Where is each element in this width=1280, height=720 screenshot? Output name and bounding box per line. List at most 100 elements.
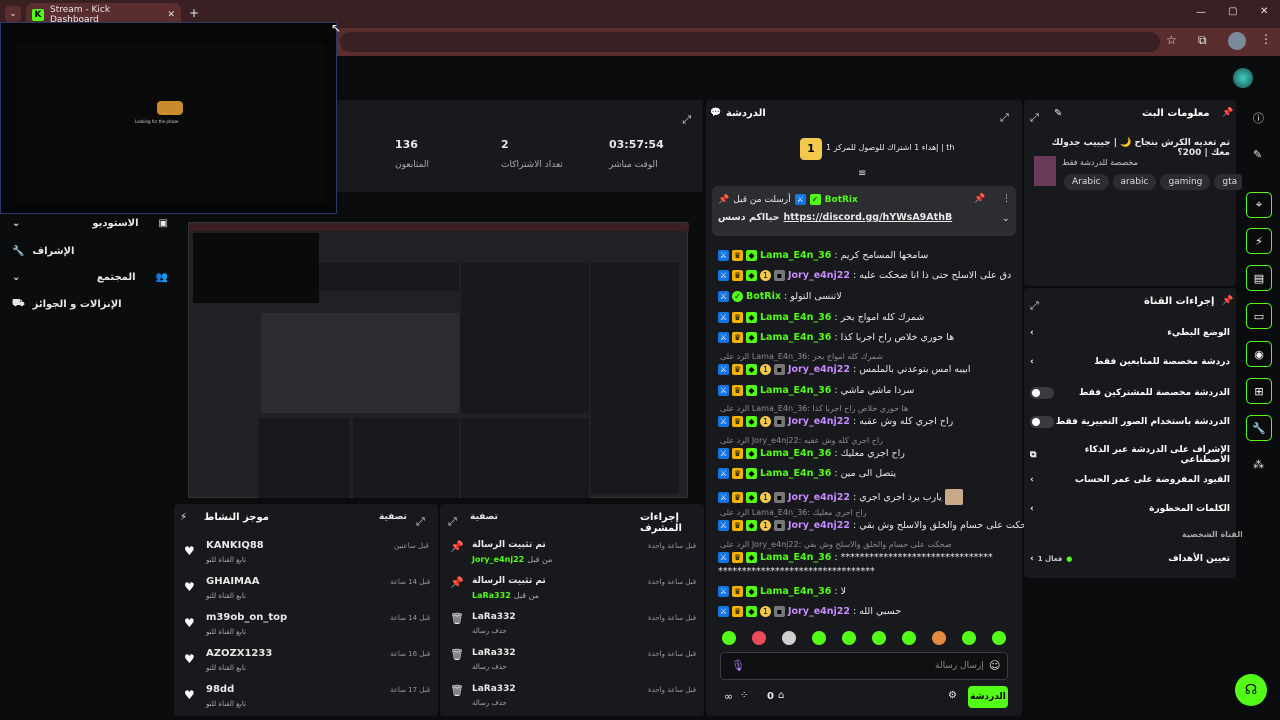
chat-message[interactable]: ⚔ ♛ ◆ 1 ▪ Jory_e4nj22: دق على الاسلح حتى ذا ان… (718, 270, 1011, 281)
layout-icon[interactable]: ⊞ (1246, 378, 1272, 404)
toggle-switch[interactable] (1030, 387, 1054, 399)
expand-icon[interactable]: ⤢ (682, 108, 691, 127)
unpin-icon[interactable]: 📌 (974, 194, 985, 204)
nav-studio[interactable]: ⌄ الاستوديو ▣ (12, 218, 168, 229)
chat-message[interactable]: ⚔ ♛ ◆ 1 ▪ Jory_e4nj22: ضحكت على حسام والخلق وا… (718, 520, 1035, 531)
follower-name: 98dd (206, 684, 235, 695)
followers-only-row[interactable]: دردشة مخصصة للمتابعين فقط › (1030, 357, 1230, 367)
emotes-only-row[interactable]: الدردشة باستخدام الصور التعبيرية فقط (1030, 416, 1230, 428)
store-icon[interactable]: ⌂ (778, 690, 784, 701)
focus-icon[interactable]: ⌖ (1246, 192, 1272, 218)
users-icon[interactable]: ⁘ (740, 690, 748, 701)
emote-button[interactable] (932, 631, 946, 645)
chat-message[interactable]: ⚔ ♛ ◆ 1 ▪ Jory_e4nj22: راح اجري كله وش عقبه (718, 416, 953, 427)
expand-icon[interactable]: ⤢ (416, 510, 425, 529)
extensions-icon[interactable]: ⧉ (1198, 33, 1207, 48)
chat-message[interactable]: ⚔ ♛ ◆ 1 ▪ Jory_e4nj22: حسبي الله (718, 606, 901, 617)
chat-message[interactable]: ⚔ ♛ ◆ 1 ▪ Jory_e4nj22: ابيبه امس بتوعدني بالمل… (718, 364, 971, 375)
emoji-picker-icon[interactable]: ☺ (989, 659, 1000, 672)
pin-icon: 📌 (718, 194, 730, 205)
edit-pencil-icon[interactable]: ✎ (1054, 108, 1062, 119)
tag[interactable]: gta (1214, 174, 1246, 190)
url-field[interactable] (340, 32, 1160, 52)
chat-input[interactable]: 🎙 إرسال رسالة ☺ (720, 652, 1008, 680)
ai-moderation-row[interactable]: الإشراف على الدردشة عبر الذكاء الاصطناعي… (1030, 445, 1230, 465)
emote-button[interactable] (722, 631, 736, 645)
list-item: ♥ (184, 612, 196, 631)
tag[interactable]: Arabic (1064, 174, 1109, 190)
chat-message[interactable]: ⚔ ♛ ◆ Lama_E4n_36: يتصل الى مين (718, 468, 896, 479)
chat-message[interactable]: ⚔ ♛ ◆ Lama_E4n_36: راح اجري معليك (718, 448, 905, 459)
new-tab-button[interactable]: + (189, 6, 199, 20)
apps-icon[interactable]: ⁂ (1253, 458, 1264, 471)
browser-menu-icon[interactable]: ⋮ (1260, 32, 1272, 46)
emote-button[interactable] (812, 631, 826, 645)
emote-button[interactable] (842, 631, 856, 645)
edit-pencil-icon[interactable]: ✎ (1253, 148, 1262, 161)
chat-bubble-icon[interactable]: ▭ (1246, 303, 1272, 329)
expand-icon[interactable]: ⤢ (1030, 106, 1039, 125)
user-avatar[interactable] (1233, 68, 1253, 88)
pinned-link[interactable]: https://discord.gg/hYWsA9AthB (783, 212, 952, 223)
info-icon[interactable]: ⓘ (1253, 110, 1264, 126)
support-headset-icon[interactable]: ☊ (1235, 674, 1267, 706)
slow-mode-row[interactable]: الوضع البطيء › (1030, 328, 1230, 338)
document-icon[interactable]: ▤ (1246, 265, 1272, 291)
account-age-row[interactable]: القيود المفروضة على عمر الحساب › (1030, 475, 1230, 485)
expand-icon[interactable]: ⤢ (1000, 106, 1009, 125)
chat-message[interactable]: ⚔ ♛ ◆ Lama_E4n_36: شمرك كله امواج بحر (718, 312, 924, 323)
goals-row[interactable]: تعيين الأهداف ● فعال 1 › (1030, 554, 1230, 564)
microphone-icon[interactable]: 🎙 (731, 659, 745, 672)
emote-button[interactable] (992, 631, 1006, 645)
lightning-icon[interactable]: ⚡ (1246, 228, 1272, 254)
mod-filter-button[interactable]: تصفية (470, 512, 498, 522)
chat-message[interactable]: ⚔ ♛ ◆ Lama_E4n_36: سردا ماشي ماشي (718, 385, 914, 396)
mod-action-title: LaRa332 (472, 612, 516, 622)
window-close-button[interactable]: ✕ (1260, 6, 1268, 17)
emote-button[interactable] (782, 631, 796, 645)
activity-filter-button[interactable]: تصفية (379, 512, 407, 522)
chevron-down-icon[interactable]: ⌄ (1002, 214, 1010, 224)
toggle-switch[interactable] (1030, 416, 1054, 428)
tag[interactable]: arabic (1112, 174, 1157, 190)
pinned-prefix: أرسلت من قبل (733, 194, 791, 205)
tab-search-icon[interactable]: ⌄ (5, 6, 21, 22)
mod-badge-icon: ⚔ (794, 194, 806, 205)
tag[interactable]: gaming (1160, 174, 1211, 190)
chat-message[interactable]: ⚔ ✓ BotRix: لاتنسى التولو (718, 291, 842, 302)
follower-action: تابع القناة للتو (206, 592, 246, 600)
wrench-icon[interactable]: 🔧 (1246, 415, 1272, 441)
nav-community[interactable]: ⌄ المجتمع 👥 (12, 272, 168, 283)
nav-drops[interactable]: ⛟ الإنزالات و الجوائز (12, 298, 162, 311)
emote-button[interactable] (962, 631, 976, 645)
minimize-button[interactable]: — (1196, 7, 1206, 18)
event-time: قبل ساعة واحدة (648, 614, 697, 622)
bookmark-star-icon[interactable]: ☆ (1166, 33, 1177, 47)
profile-avatar[interactable] (1228, 32, 1246, 50)
settings-gear-icon[interactable]: ⚙ (948, 690, 957, 701)
more-options-icon[interactable]: ⋮ (1002, 194, 1011, 204)
chat-send-button[interactable]: الدردشة (968, 686, 1008, 708)
pin-icon[interactable]: 📌 (1222, 296, 1233, 306)
collapse-icon[interactable]: ≡ (858, 168, 866, 179)
pin-icon[interactable]: 📌 (1222, 108, 1233, 118)
subscribers-only-row[interactable]: الدردشة مخصصة للمشتركين فقط (1030, 387, 1230, 399)
chat-message[interactable]: ⚔ ♛ ◆ Lama_E4n_36: لا (718, 586, 846, 597)
expand-icon[interactable]: ⤢ (448, 510, 457, 529)
nav-moderation[interactable]: 🔧 الإشراف (12, 246, 92, 257)
emote-button[interactable] (902, 631, 916, 645)
chat-message[interactable]: ⚔ ♛ ◆ Lama_E4n_36: ها حوري خلاص راح اجربا كذ… (718, 332, 954, 343)
chat-message[interactable]: ⚔ ♛ ◆ Lama_E4n_36: سامحها المسامح كريم (718, 250, 928, 261)
maximize-button[interactable]: ▢ (1228, 6, 1237, 17)
expand-icon[interactable]: ⤢ (1030, 294, 1039, 313)
tab-close-icon[interactable]: ✕ (167, 10, 175, 20)
emote-button[interactable] (752, 631, 766, 645)
broadcast-icon[interactable]: ◉ (1246, 341, 1272, 367)
banned-words-row[interactable]: الكلمات المحظورة › (1030, 504, 1230, 514)
emote-button[interactable] (872, 631, 886, 645)
infinity-icon[interactable]: ∞ (724, 690, 733, 703)
chat-message[interactable]: ⚔ ♛ ◆ 1 ▪ Jory_e4nj22: يارب يرد اجري اجري (718, 489, 963, 505)
picture-in-picture-window[interactable]: Looking for the phase ↖ (0, 21, 341, 214)
live-time-value: 03:57:54 (609, 138, 664, 151)
chat-message[interactable]: ⚔ ♛ ◆ Lama_E4n_36: *************************… (718, 552, 993, 563)
